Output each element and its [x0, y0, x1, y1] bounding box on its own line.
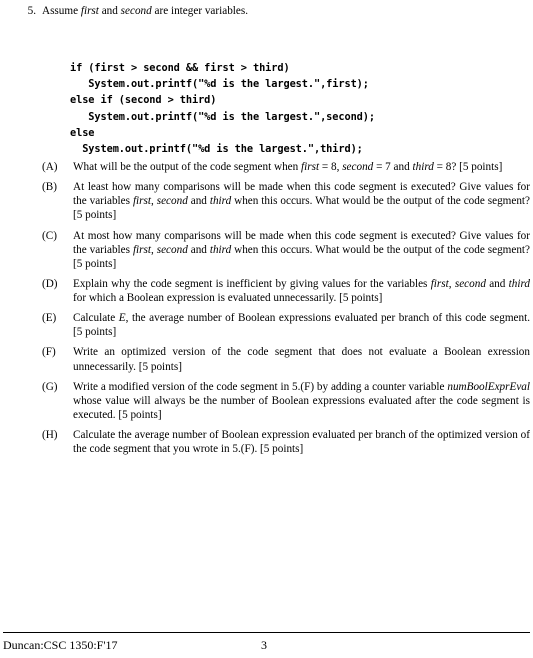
math-variable: first	[80, 5, 99, 17]
sub-item: (E) Calculate E, the average number of Bo…	[42, 311, 530, 339]
text-run: for which a Boolean expression is evalua…	[73, 291, 383, 304]
footer-divider	[3, 632, 530, 633]
math-variable: third	[209, 195, 232, 208]
footer-course-label: Duncan:CSC 1350:F'17	[3, 638, 118, 652]
text-run: and	[187, 195, 210, 208]
sub-item-body: Explain why the code segment is ineffici…	[73, 277, 530, 305]
sub-item: (H) Calculate the average number of Boole…	[42, 428, 530, 456]
sub-item-label: (H)	[42, 429, 58, 442]
math-variable: first	[301, 161, 320, 173]
sub-item-label: (C)	[42, 229, 57, 242]
code-line: if (first > second && first > third)	[70, 62, 290, 75]
text-run: and	[98, 5, 121, 17]
sub-item: (B) At least how many comparisons will be…	[42, 180, 530, 222]
sub-item-label: (B)	[42, 181, 57, 194]
code-segment: if (first > second && first > third) Sys…	[70, 60, 375, 157]
text-run: = 8,	[319, 161, 343, 173]
sub-item-body: Write an optimized version of the code s…	[73, 345, 530, 373]
sub-item: (G) Write a modified version of the code …	[42, 380, 530, 422]
math-variable: first	[430, 277, 449, 290]
sub-item-body: At most how many comparisons will be mad…	[73, 229, 530, 271]
sub-item-body: Calculate the average number of Boolean …	[73, 428, 530, 456]
text-run: = 8? [5 points]	[433, 161, 503, 173]
sub-item: (D) Explain why the code segment is ineff…	[42, 277, 530, 305]
text-run: are integer variables.	[151, 5, 249, 17]
text-run: whose value will always be the number of…	[73, 394, 530, 421]
text-run: What will be the output of the code segm…	[73, 161, 302, 173]
sub-item: (F) Write an optimized version of the cod…	[42, 345, 530, 373]
page-footer: Duncan:CSC 1350:F'17 3	[3, 638, 530, 656]
text-run: = 7 and	[373, 161, 413, 173]
text-run: Calculate	[73, 312, 119, 325]
sub-item-label: (F)	[42, 346, 56, 359]
code-line: else	[70, 126, 95, 139]
math-variable: second	[454, 277, 486, 290]
math-variable: second	[342, 161, 374, 173]
code-line: System.out.printf("%d is the largest.",s…	[88, 110, 375, 123]
document-page: 5. Assume first and second are integer va…	[0, 0, 533, 658]
text-run: and	[485, 277, 509, 290]
text-run: Explain why the code segment is ineffici…	[73, 277, 431, 290]
sub-items-list: (A) What will be the output of the code s…	[42, 160, 530, 462]
sub-item-body: What will be the output of the code segm…	[73, 160, 530, 174]
text-run: Write an optimized version of the code s…	[73, 346, 530, 373]
sub-item-label: (G)	[42, 380, 58, 393]
math-variable: third	[412, 161, 434, 173]
sub-item: (A) What will be the output of the code s…	[42, 160, 530, 174]
text-run: and	[187, 243, 210, 256]
text-run: , the average number of Boolean expressi…	[73, 312, 530, 339]
math-variable: third	[508, 277, 531, 290]
sub-item-body: Calculate E, the average number of Boole…	[73, 311, 530, 339]
code-line: System.out.printf("%d is the largest.",t…	[70, 142, 363, 155]
sub-item-label: (D)	[42, 277, 58, 290]
math-variable: second	[156, 243, 188, 256]
math-variable: second	[156, 195, 188, 208]
math-variable: first	[132, 195, 151, 208]
code-line: else if (second > third)	[70, 94, 217, 107]
footer-page-number: 3	[261, 638, 267, 652]
math-variable: numBoolExprEval	[447, 380, 530, 393]
text-run: Assume	[42, 5, 81, 17]
text-run: Write a modified version of the code seg…	[73, 380, 448, 393]
code-line: System.out.printf("%d is the largest.",f…	[88, 78, 369, 91]
sub-item-body: At least how many comparisons will be ma…	[73, 180, 530, 222]
math-variable: third	[209, 243, 232, 256]
math-variable: E	[118, 312, 126, 325]
math-variable: second	[120, 5, 152, 17]
problem-number: 5.	[27, 5, 36, 17]
sub-item: (C) At most how many comparisons will be …	[42, 229, 530, 271]
sub-item-label: (A)	[42, 161, 58, 173]
problem-statement: 5. Assume first and second are integer va…	[14, 4, 519, 18]
sub-item-body: Write a modified version of the code seg…	[73, 380, 530, 422]
sub-item-label: (E)	[42, 312, 57, 325]
problem-text: Assume first and second are integer vari…	[42, 5, 248, 17]
text-run: Calculate the average number of Boolean …	[73, 429, 530, 456]
math-variable: first	[132, 243, 151, 256]
